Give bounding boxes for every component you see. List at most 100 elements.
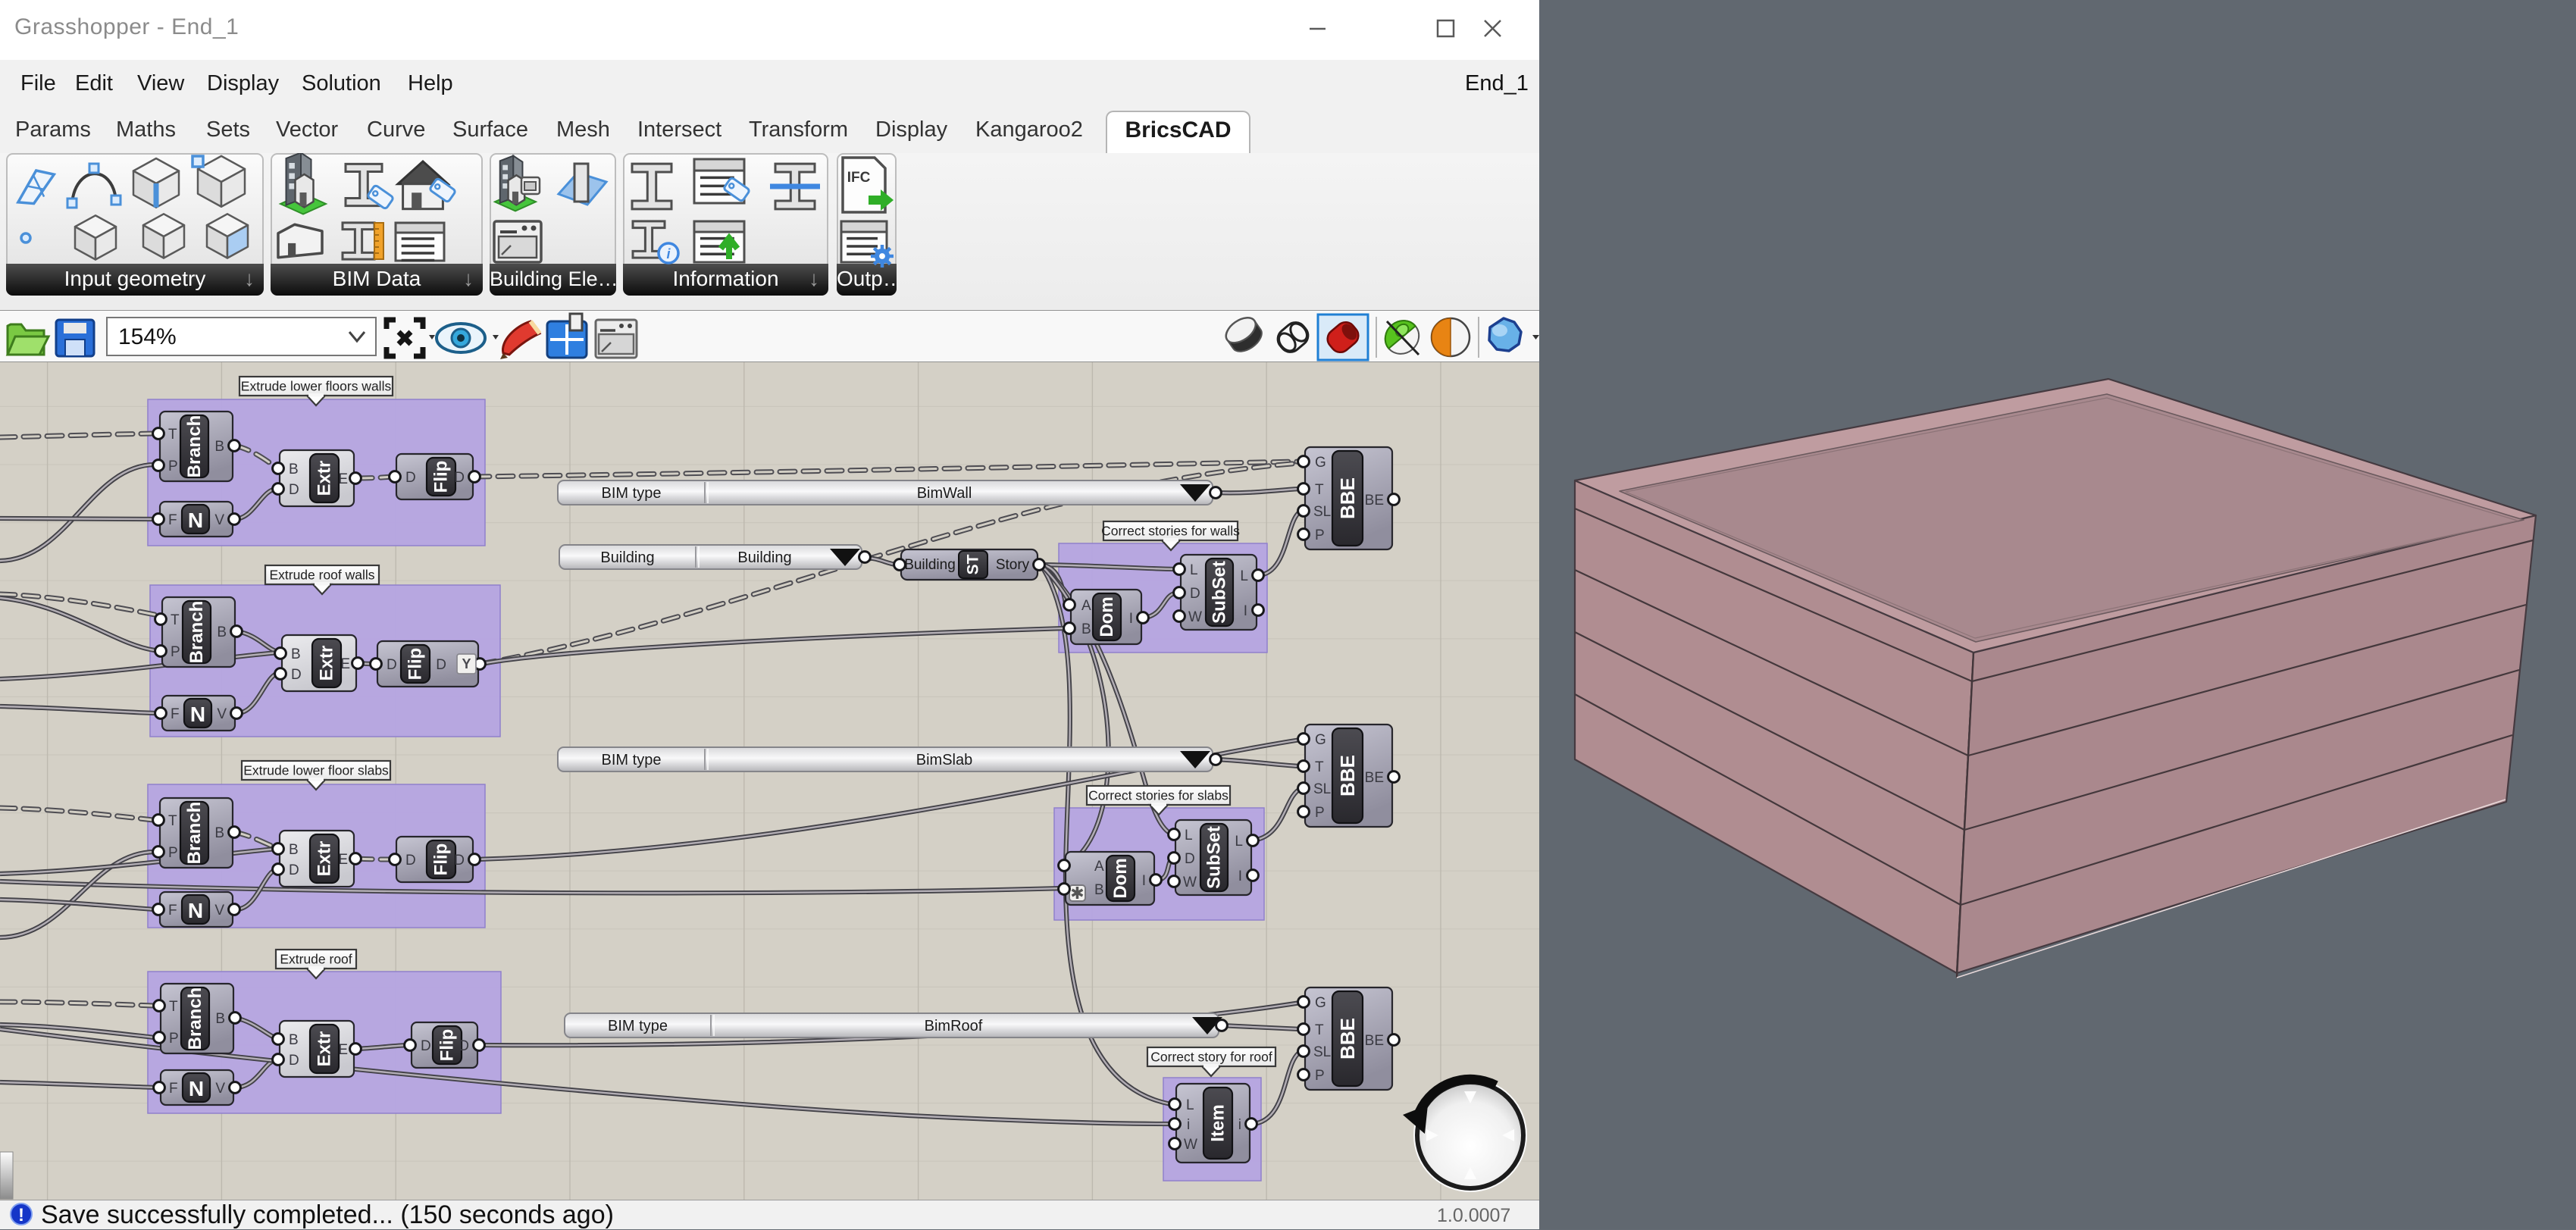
svg-text:Branch: Branch xyxy=(184,415,205,478)
svg-text:F: F xyxy=(168,512,177,528)
svg-text:E: E xyxy=(340,656,350,672)
svg-text:BimSlab: BimSlab xyxy=(916,752,972,768)
svg-text:Building: Building xyxy=(737,549,791,566)
svg-text:Flip: Flip xyxy=(437,1029,458,1062)
svg-text:SL: SL xyxy=(1313,1044,1331,1060)
svg-text:D: D xyxy=(421,1038,431,1054)
svg-text:B: B xyxy=(1081,621,1091,637)
svg-text:BE: BE xyxy=(1365,1033,1384,1049)
svg-text:P: P xyxy=(1315,527,1325,543)
svg-text:N: N xyxy=(188,509,203,532)
svg-text:F: F xyxy=(168,903,177,919)
svg-text:T: T xyxy=(1315,482,1324,498)
svg-text:B: B xyxy=(214,825,224,841)
svg-text:Correct stories for walls: Correct stories for walls xyxy=(1101,524,1240,539)
svg-text:A: A xyxy=(1094,859,1104,875)
svg-text:D: D xyxy=(405,853,416,869)
svg-text:Correct story for roof: Correct story for roof xyxy=(1150,1050,1272,1065)
svg-text:Branch: Branch xyxy=(185,987,205,1050)
svg-text:Flip: Flip xyxy=(431,843,452,876)
svg-text:W: W xyxy=(1184,1137,1197,1153)
svg-text:Correct stories for slabs: Correct stories for slabs xyxy=(1088,788,1229,803)
svg-text:I: I xyxy=(1129,611,1133,627)
svg-text:SL: SL xyxy=(1313,504,1331,520)
svg-text:L: L xyxy=(1190,562,1198,578)
svg-text:B: B xyxy=(215,1011,225,1027)
svg-text:D: D xyxy=(1190,586,1200,602)
svg-text:G: G xyxy=(1315,995,1326,1011)
svg-text:Flip: Flip xyxy=(405,648,426,681)
svg-text:Extr: Extr xyxy=(315,841,335,877)
svg-text:ST: ST xyxy=(965,554,982,574)
svg-text:Dom: Dom xyxy=(1110,858,1131,898)
svg-text:BBE: BBE xyxy=(1336,1018,1359,1059)
svg-text:L: L xyxy=(1186,1097,1194,1113)
svg-text:B: B xyxy=(214,439,224,455)
svg-text:L: L xyxy=(1240,568,1248,584)
svg-text:BimRoof: BimRoof xyxy=(925,1018,983,1034)
svg-text:G: G xyxy=(1315,455,1326,471)
svg-text:D: D xyxy=(405,470,416,486)
svg-text:BIM type: BIM type xyxy=(608,1018,668,1034)
svg-text:Dom: Dom xyxy=(1097,596,1117,637)
svg-text:V: V xyxy=(215,1081,225,1097)
svg-text:P: P xyxy=(169,1031,179,1047)
svg-text:D: D xyxy=(387,657,397,673)
svg-text:BBE: BBE xyxy=(1336,477,1359,519)
svg-text:I: I xyxy=(1244,603,1247,619)
svg-text:i: i xyxy=(1187,1117,1190,1133)
svg-text:P: P xyxy=(168,845,178,861)
svg-text:E: E xyxy=(338,471,348,487)
svg-text:Extr: Extr xyxy=(315,461,335,496)
svg-text:T: T xyxy=(168,813,177,829)
svg-text:BIM type: BIM type xyxy=(602,485,662,502)
svg-text:W: W xyxy=(1183,875,1197,890)
svg-text:Branch: Branch xyxy=(186,601,207,664)
svg-text:P: P xyxy=(171,644,180,660)
svg-text:N: N xyxy=(190,703,205,726)
svg-text:D: D xyxy=(289,482,299,498)
svg-text:BE: BE xyxy=(1365,493,1384,509)
svg-text:Flip: Flip xyxy=(431,461,452,493)
svg-text:BimWall: BimWall xyxy=(917,485,972,502)
svg-text:Item: Item xyxy=(1208,1104,1229,1141)
svg-text:D: D xyxy=(291,667,302,683)
svg-text:Y: Y xyxy=(462,656,471,671)
svg-text:P: P xyxy=(1315,805,1325,821)
svg-text:E: E xyxy=(338,852,348,868)
svg-text:i: i xyxy=(1238,1117,1241,1133)
svg-text:T: T xyxy=(168,427,177,443)
svg-text:N: N xyxy=(189,1077,204,1100)
svg-text:Extrude roof walls: Extrude roof walls xyxy=(269,568,374,583)
svg-text:N: N xyxy=(188,899,203,922)
svg-text:BIM type: BIM type xyxy=(602,752,662,768)
svg-text:V: V xyxy=(217,706,227,722)
svg-text:A: A xyxy=(1081,598,1091,614)
svg-text:!: ! xyxy=(18,1205,24,1225)
svg-text:W: W xyxy=(1188,609,1202,625)
svg-text:D: D xyxy=(454,470,465,486)
svg-text:D: D xyxy=(454,853,465,869)
svg-text:I: I xyxy=(1238,869,1242,884)
svg-text:T: T xyxy=(1315,1022,1324,1038)
svg-text:D: D xyxy=(1185,851,1195,867)
svg-text:V: V xyxy=(214,512,224,528)
svg-text:BE: BE xyxy=(1365,770,1384,786)
svg-text:L: L xyxy=(1185,828,1193,843)
svg-text:SubSet: SubSet xyxy=(1210,561,1230,624)
svg-text:IFC: IFC xyxy=(847,170,871,186)
svg-text:Building: Building xyxy=(904,557,956,573)
svg-text:B: B xyxy=(1094,882,1104,898)
svg-text:Extr: Extr xyxy=(317,646,337,681)
svg-text:B: B xyxy=(217,624,227,640)
svg-text:P: P xyxy=(168,459,178,474)
svg-text:D: D xyxy=(459,1038,469,1054)
svg-text:D: D xyxy=(436,657,446,673)
svg-text:T: T xyxy=(1315,759,1324,775)
svg-text:L: L xyxy=(1235,834,1243,850)
svg-text:✱: ✱ xyxy=(1070,884,1084,903)
svg-text:D: D xyxy=(289,862,299,878)
svg-text:Extrude lower floor slabs: Extrude lower floor slabs xyxy=(243,763,389,778)
svg-text:Building: Building xyxy=(600,549,654,566)
svg-text:P: P xyxy=(1315,1068,1325,1084)
